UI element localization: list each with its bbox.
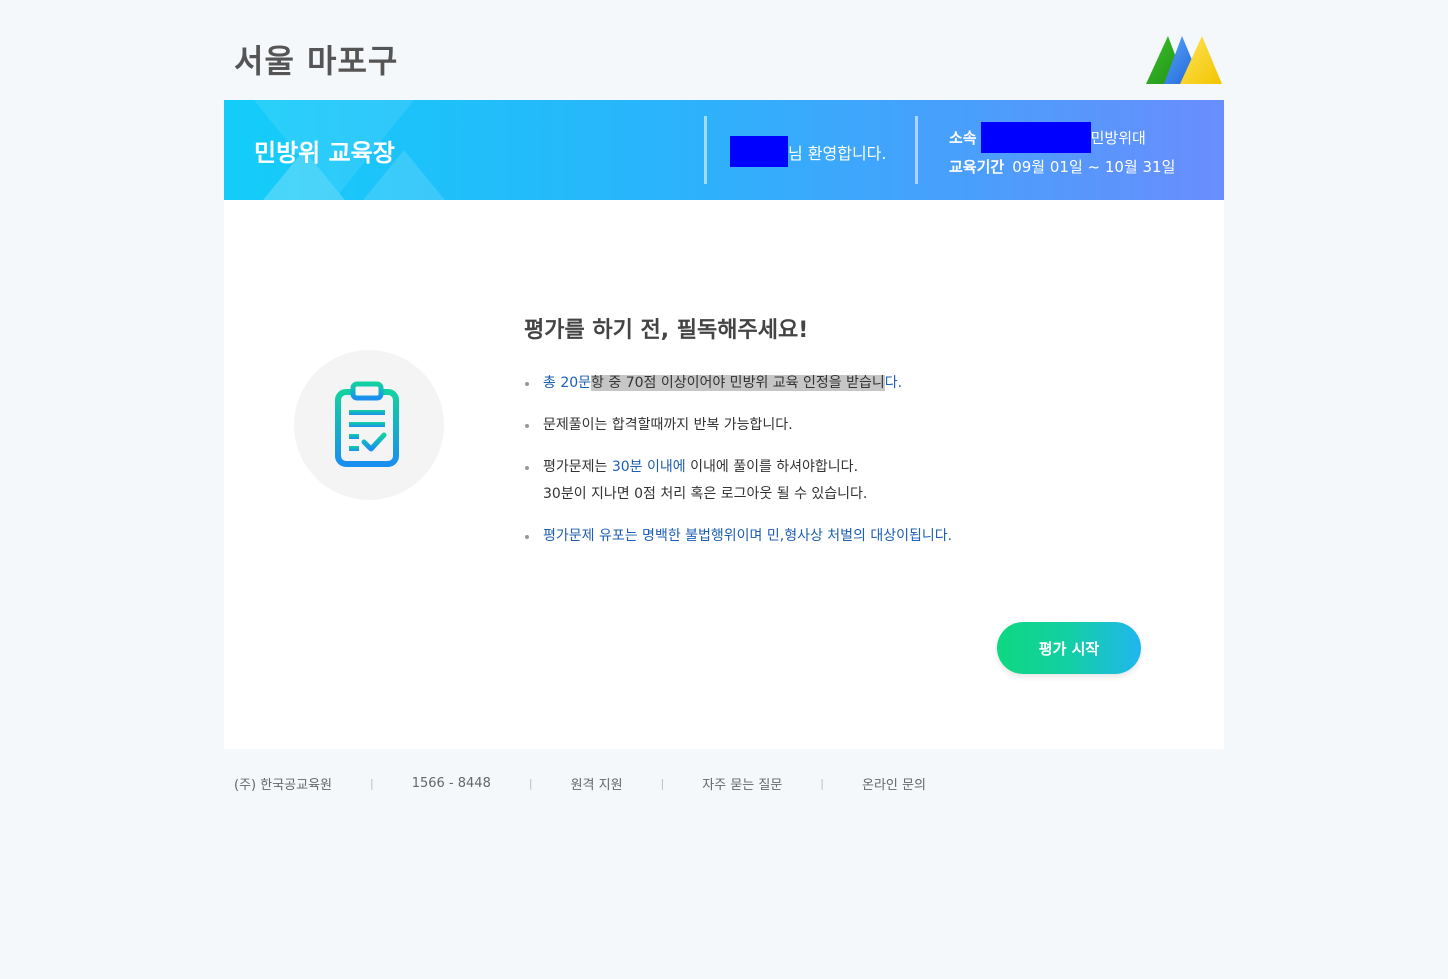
welcome-suffix: 님 환영합니다. <box>788 143 887 163</box>
footer-separator: | <box>660 777 665 790</box>
notice-list: 총 20문항 중 70점 이상이어야 민방위 교육 인정을 받습니다. 문제풀이… <box>524 370 952 565</box>
redacted-username <box>730 136 788 167</box>
evaluation-icon-badge <box>294 350 444 500</box>
footer-separator: | <box>820 777 825 790</box>
clipboard-check-icon <box>335 381 399 467</box>
affiliation-info: 소속 민방위대 교육기간 09월 01일 ~ 10월 31일 <box>949 122 1175 181</box>
triangle-logo-icon[interactable] <box>1146 36 1222 84</box>
region-title: 서울 마포구 <box>234 42 399 80</box>
redacted-affiliation <box>980 122 1091 153</box>
banner-divider <box>704 116 707 184</box>
notice-item: 문제풀이는 합격할때까지 반복 가능합니다. <box>524 412 952 439</box>
notice-item-1-emphasis: 총 20문 <box>543 375 592 391</box>
banner: 민방위 교육장 님 환영합니다. 소속 민방위대 교육기간 09월 01일 ~ … <box>224 100 1224 200</box>
footer-online-inquiry-link[interactable]: 온라인 문의 <box>862 774 926 793</box>
footer-faq-link[interactable]: 자주 묻는 질문 <box>702 774 782 793</box>
period-label: 교육기간 <box>949 158 1005 176</box>
banner-title: 민방위 교육장 <box>254 139 395 167</box>
footer: (주) 한국공교육원 | 1566 - 8448 | 원격 지원 | 자주 묻는… <box>234 774 926 793</box>
banner-divider <box>915 116 918 184</box>
notice-item: 총 20문항 중 70점 이상이어야 민방위 교육 인정을 받습니다. <box>524 370 952 397</box>
footer-remote-support-link[interactable]: 원격 지원 <box>571 774 623 793</box>
start-evaluation-button[interactable]: 평가 시작 <box>997 622 1141 674</box>
notice-item-3-text-b: 이내에 풀이를 하셔야합니다. <box>685 459 859 475</box>
footer-separator: | <box>370 777 374 790</box>
footer-separator: | <box>528 777 533 790</box>
period-value: 09월 01일 ~ 10월 31일 <box>1012 158 1176 176</box>
main-content: 평가를 하기 전, 필독해주세요! 총 20문항 중 70점 이상이어야 민방위… <box>224 200 1224 749</box>
notice-item-4-text: 평가문제 유포는 명백한 불법행위이며 민,형사상 처벌의 대상이됩니다. <box>543 528 953 544</box>
affiliation-suffix: 민방위대 <box>1090 128 1146 147</box>
header: 서울 마포구 <box>224 0 1224 100</box>
notice-item-3-emphasis: 30분 이내에 <box>611 459 686 475</box>
notice-item: 평가문제는 30분 이내에 이내에 풀이를 하셔야합니다. 30분이 지나면 0… <box>524 454 952 508</box>
notice-title: 평가를 하기 전, 필독해주세요! <box>524 318 809 343</box>
footer-company: (주) 한국공교육원 <box>234 778 332 793</box>
affiliation-label: 소속 <box>949 128 977 147</box>
notice-item-2-text: 문제풀이는 합격할때까지 반복 가능합니다. <box>543 417 793 433</box>
welcome-message: 님 환영합니다. <box>730 136 887 167</box>
footer-phone: 1566 - 8448 <box>411 776 491 791</box>
notice-item: 평가문제 유포는 명백한 불법행위이며 민,형사상 처벌의 대상이됩니다. <box>524 523 952 550</box>
notice-item-1-highlight: 항 중 70점 이상이어야 민방위 교육 인정을 받습니 <box>591 375 885 391</box>
notice-item-1-end: 다. <box>884 375 903 391</box>
notice-item-3-text-a: 평가문제는 <box>543 459 612 475</box>
notice-item-3-line2: 30분이 지나면 0점 처리 혹은 로그아웃 될 수 있습니다. <box>543 486 868 502</box>
